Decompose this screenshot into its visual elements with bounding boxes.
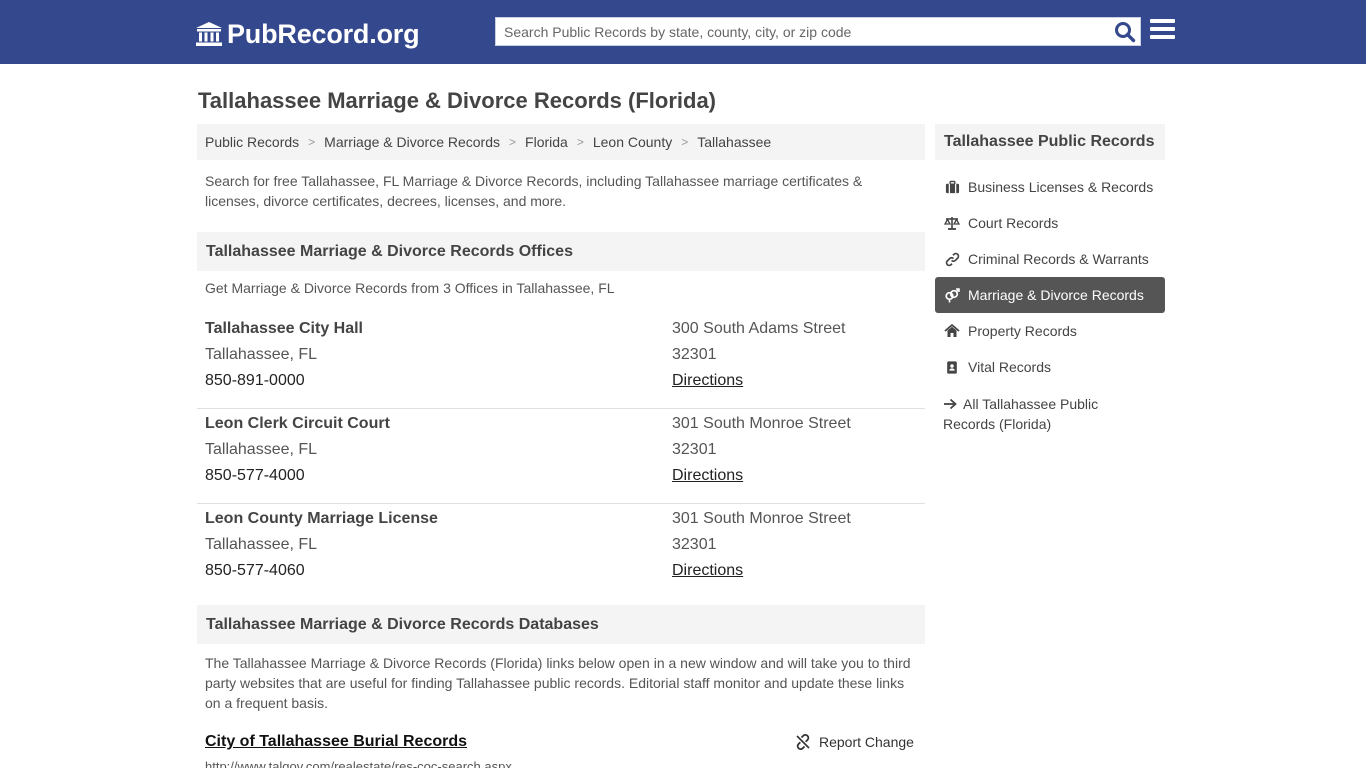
home-icon <box>944 323 960 339</box>
office-city: Tallahassee, FL <box>205 346 318 363</box>
address-book-icon <box>944 359 960 375</box>
directions-link[interactable]: Directions <box>672 467 743 485</box>
breadcrumb-florida[interactable]: Florida <box>525 134 568 150</box>
report-change-label: Report Change <box>819 734 914 750</box>
intro-text: Search for free Tallahassee, FL Marriage… <box>205 173 863 209</box>
office-zip: 32301 <box>672 346 717 363</box>
sidebar-item-property[interactable]: Property Records <box>935 313 1165 349</box>
sidebar-item-criminal[interactable]: Criminal Records & Warrants <box>935 241 1165 277</box>
sidebar-item-label: Business Licenses & Records <box>968 179 1154 195</box>
page-title: Tallahassee Marriage & Divorce Records (… <box>198 88 716 113</box>
sidebar-item-label: Property Records <box>968 323 1077 339</box>
office-phone[interactable]: 850-577-4060 <box>205 562 305 580</box>
report-change-button[interactable]: Report Change <box>795 734 914 750</box>
arrow-right-icon <box>944 398 957 410</box>
directions-link[interactable]: Directions <box>672 372 743 390</box>
office-card: Tallahassee City Hall Tallahassee, FL 85… <box>197 314 925 409</box>
broken-link-icon <box>796 734 810 750</box>
top-navbar: PubRecord.org <box>0 0 1366 64</box>
sidebar-item-vital[interactable]: Vital Records <box>935 349 1165 385</box>
hamburger-menu-icon[interactable] <box>1150 19 1175 41</box>
sidebar-item-label: Marriage & Divorce Records <box>968 287 1144 303</box>
directions-link[interactable]: Directions <box>672 562 743 580</box>
chevron-right-icon: > <box>681 135 689 149</box>
scales-icon <box>944 215 960 231</box>
databases-section-heading: Tallahassee Marriage & Divorce Records D… <box>197 605 925 644</box>
breadcrumb-leon-county[interactable]: Leon County <box>593 134 672 150</box>
office-card: Leon County Marriage License Tallahassee… <box>197 504 925 599</box>
office-phone[interactable]: 850-577-4000 <box>205 467 305 485</box>
briefcase-icon <box>944 179 960 195</box>
office-phone[interactable]: 850-891-0000 <box>205 372 305 390</box>
office-city: Tallahassee, FL <box>205 441 318 458</box>
office-city: Tallahassee, FL <box>205 536 318 553</box>
sidebar-heading: Tallahassee Public Records <box>935 124 1165 160</box>
search-button[interactable] <box>1114 21 1136 43</box>
database-url[interactable]: http://www.talgov.com/realestate/res-coc… <box>205 759 512 768</box>
search-icon <box>1115 22 1136 43</box>
office-zip: 32301 <box>672 536 717 553</box>
office-name: Leon County Marriage License <box>205 510 438 527</box>
offices-section-heading: Tallahassee Marriage & Divorce Records O… <box>197 232 925 271</box>
site-logo[interactable]: PubRecord.org <box>195 17 420 51</box>
logo-text: PubRecord.org <box>227 18 420 49</box>
sidebar-item-label: Vital Records <box>968 359 1052 375</box>
sidebar-item-label: Criminal Records & Warrants <box>968 251 1149 267</box>
breadcrumb-marriage-divorce[interactable]: Marriage & Divorce Records <box>324 134 500 150</box>
sidebar-all-records-label: All Tallahassee Public Records (Florida) <box>943 396 1099 432</box>
sidebar-item-marriage-divorce[interactable]: Marriage & Divorce Records <box>935 277 1165 313</box>
office-street: 301 South Monroe Street <box>672 415 851 432</box>
databases-intro: The Tallahassee Marriage & Divorce Recor… <box>205 655 911 711</box>
office-name: Leon Clerk Circuit Court <box>205 415 390 432</box>
office-name: Tallahassee City Hall <box>205 320 363 337</box>
sidebar-item-court[interactable]: Court Records <box>935 205 1165 241</box>
breadcrumb: Public Records > Marriage & Divorce Reco… <box>197 124 925 160</box>
office-zip: 32301 <box>672 441 717 458</box>
search-bar <box>495 17 1141 46</box>
breadcrumb-public-records[interactable]: Public Records <box>205 134 299 150</box>
database-link[interactable]: City of Tallahassee Burial Records <box>205 733 467 751</box>
office-street: 300 South Adams Street <box>672 320 846 337</box>
link-icon <box>944 251 960 267</box>
gender-icon <box>944 287 960 303</box>
search-input[interactable] <box>496 18 1106 45</box>
sidebar-item-label: Court Records <box>968 215 1059 231</box>
sidebar-all-records-link[interactable]: All Tallahassee Public Records (Florida) <box>943 394 1143 434</box>
chevron-right-icon: > <box>509 135 517 149</box>
office-card: Leon Clerk Circuit Court Tallahassee, FL… <box>197 409 925 504</box>
sidebar-item-business[interactable]: Business Licenses & Records <box>935 169 1165 205</box>
office-street: 301 South Monroe Street <box>672 510 851 527</box>
offices-intro: Get Marriage & Divorce Records from 3 Of… <box>205 280 615 296</box>
courthouse-icon <box>196 22 222 46</box>
chevron-right-icon: > <box>576 135 584 149</box>
breadcrumb-tallahassee[interactable]: Tallahassee <box>697 134 771 150</box>
chevron-right-icon: > <box>308 135 316 149</box>
